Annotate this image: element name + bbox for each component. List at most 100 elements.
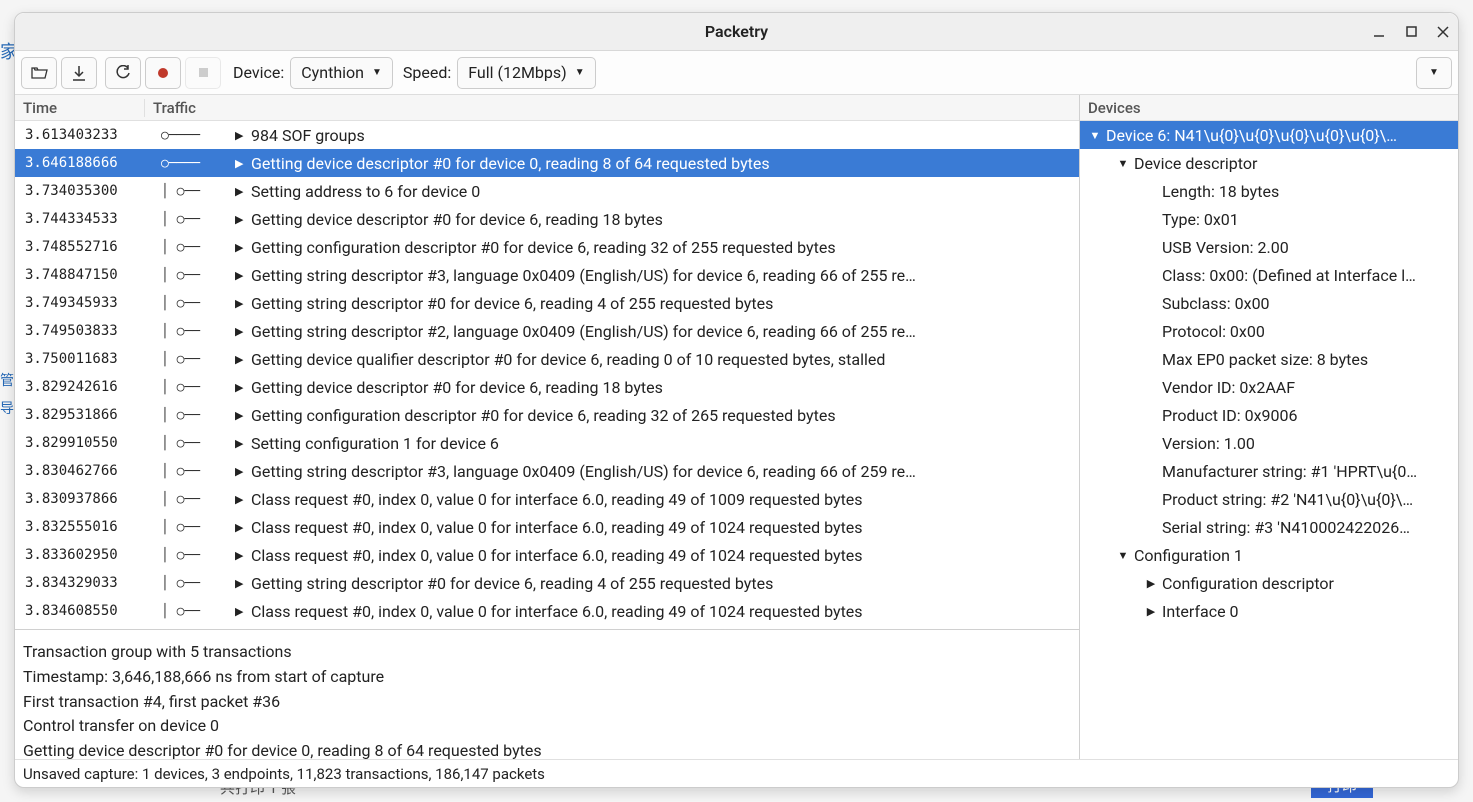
expand-icon[interactable]: ▶: [235, 325, 251, 338]
traffic-header: Time Traffic: [15, 95, 1079, 121]
device-tree-row[interactable]: ▼ Device 6: N41\u{0}\u{0}\u{0}\u{0}\u{0}\…: [1080, 121, 1458, 149]
traffic-row[interactable]: 3.829910550│ ○──▶Setting configuration 1…: [15, 429, 1079, 457]
device-tree-row[interactable]: Type: 0x01: [1080, 205, 1458, 233]
expand-icon[interactable]: ▶: [235, 297, 251, 310]
column-time[interactable]: Time: [15, 99, 145, 117]
traffic-row[interactable]: 3.749503833│ ○──▶Getting string descript…: [15, 317, 1079, 345]
traffic-time: 3.830937866: [15, 491, 155, 507]
column-traffic[interactable]: Traffic: [145, 99, 196, 117]
speed-select[interactable]: Full (12Mbps) ▼: [457, 57, 595, 89]
device-tree-label: Device 6: N41\u{0}\u{0}\u{0}\u{0}\u{0}\…: [1106, 126, 1397, 145]
device-tree-row[interactable]: Vendor ID: 0x2AAF: [1080, 373, 1458, 401]
expand-icon[interactable]: ▶: [235, 353, 251, 366]
expand-icon[interactable]: ▶: [235, 381, 251, 394]
speed-label: Speed:: [403, 63, 451, 82]
device-tree-label: Configuration 1: [1134, 546, 1243, 565]
traffic-time: 3.829242616: [15, 379, 155, 395]
device-tree-row[interactable]: ▶ Interface 0: [1080, 597, 1458, 625]
traffic-row[interactable]: 3.748552716│ ○──▶Getting configuration d…: [15, 233, 1079, 261]
device-tree-label: Device descriptor: [1134, 154, 1257, 173]
device-label: Device:: [233, 63, 284, 82]
main-window: Packetry: [14, 12, 1459, 788]
expand-icon[interactable]: ▶: [235, 241, 251, 254]
traffic-glyph: │ ○──: [155, 380, 235, 395]
traffic-glyph: ○────: [155, 156, 235, 171]
traffic-row[interactable]: 3.749345933│ ○──▶Getting string descript…: [15, 289, 1079, 317]
traffic-row[interactable]: 3.830937866│ ○──▶Class request #0, index…: [15, 485, 1079, 513]
device-tree-label: Interface 0: [1162, 602, 1239, 621]
device-tree-row[interactable]: Subclass: 0x00: [1080, 289, 1458, 317]
device-tree-row[interactable]: ▶Configuration descriptor: [1080, 569, 1458, 597]
open-button[interactable]: [21, 57, 57, 89]
device-tree-label: Protocol: 0x00: [1162, 322, 1265, 341]
traffic-list[interactable]: 3.613403233○────▶984 SOF groups3.6461886…: [15, 121, 1079, 629]
expand-icon[interactable]: ▶: [235, 549, 251, 562]
device-tree[interactable]: ▼ Device 6: N41\u{0}\u{0}\u{0}\u{0}\u{0}\…: [1080, 121, 1458, 759]
traffic-row[interactable]: 3.834608550│ ○──▶Class request #0, index…: [15, 597, 1079, 625]
device-tree-row[interactable]: USB Version: 2.00: [1080, 233, 1458, 261]
expand-icon[interactable]: ▶: [1144, 605, 1158, 618]
minimize-button[interactable]: [1372, 25, 1386, 39]
expand-icon[interactable]: ▶: [235, 157, 251, 170]
devices-header[interactable]: Devices: [1080, 95, 1458, 121]
collapse-icon[interactable]: ▼: [1116, 157, 1130, 170]
traffic-row[interactable]: 3.834329033│ ○──▶Getting string descript…: [15, 569, 1079, 597]
device-tree-row[interactable]: Product string: #2 'N41\u{0}\u{0}\…: [1080, 485, 1458, 513]
expand-icon[interactable]: ▶: [235, 129, 251, 142]
device-tree-row[interactable]: ▼ Device descriptor: [1080, 149, 1458, 177]
device-select[interactable]: Cynthion ▼: [290, 57, 393, 89]
expand-icon[interactable]: ▶: [235, 409, 251, 422]
chevron-down-icon: ▼: [1429, 67, 1439, 78]
expand-icon[interactable]: ▶: [235, 493, 251, 506]
traffic-row[interactable]: 3.830462766│ ○──▶Getting string descript…: [15, 457, 1079, 485]
collapse-icon[interactable]: ▼: [1088, 129, 1102, 142]
titlebar: Packetry: [15, 13, 1458, 51]
device-tree-row[interactable]: Protocol: 0x00: [1080, 317, 1458, 345]
traffic-row[interactable]: 3.744334533│ ○──▶Getting device descript…: [15, 205, 1079, 233]
traffic-desc: Getting configuration descriptor #0 for …: [251, 406, 1079, 425]
traffic-row[interactable]: 3.750011683│ ○──▶Getting device qualifie…: [15, 345, 1079, 373]
traffic-row[interactable]: 3.646188666○────▶Getting device descript…: [15, 149, 1079, 177]
expand-icon[interactable]: ▶: [235, 185, 251, 198]
traffic-time: 3.829910550: [15, 435, 155, 451]
traffic-row[interactable]: 3.829531866│ ○──▶Getting configuration d…: [15, 401, 1079, 429]
traffic-glyph: │ ○──: [155, 184, 235, 199]
close-button[interactable]: [1436, 25, 1450, 39]
traffic-row[interactable]: 3.832555016│ ○──▶Class request #0, index…: [15, 513, 1079, 541]
traffic-row[interactable]: 3.734035300│ ○──▶Setting address to 6 fo…: [15, 177, 1079, 205]
traffic-row[interactable]: 3.748847150│ ○──▶Getting string descript…: [15, 261, 1079, 289]
maximize-button[interactable]: [1404, 25, 1418, 39]
reload-button[interactable]: [105, 57, 141, 89]
device-tree-row[interactable]: Version: 1.00: [1080, 429, 1458, 457]
expand-icon[interactable]: ▶: [1144, 577, 1158, 590]
save-button[interactable]: [61, 57, 97, 89]
chevron-down-icon: ▼: [575, 67, 585, 78]
expand-icon[interactable]: ▶: [235, 437, 251, 450]
device-tree-row[interactable]: Product ID: 0x9006: [1080, 401, 1458, 429]
menu-button[interactable]: ▼: [1416, 57, 1452, 89]
traffic-row[interactable]: 3.613403233○────▶984 SOF groups: [15, 121, 1079, 149]
expand-icon[interactable]: ▶: [235, 213, 251, 226]
expand-icon[interactable]: ▶: [235, 521, 251, 534]
traffic-desc: Class request #0, index 0, value 0 for i…: [251, 490, 1079, 509]
expand-icon[interactable]: ▶: [235, 605, 251, 618]
chevron-down-icon: ▼: [372, 67, 382, 78]
device-tree-row[interactable]: ▼ Configuration 1: [1080, 541, 1458, 569]
expand-icon[interactable]: ▶: [235, 465, 251, 478]
device-tree-label: Max EP0 packet size: 8 bytes: [1162, 350, 1368, 369]
toolbar: Device: Cynthion ▼ Speed: Full (12Mbps) …: [15, 51, 1458, 95]
device-tree-label: Vendor ID: 0x2AAF: [1162, 378, 1295, 397]
device-tree-row[interactable]: Serial string: #3 'N410002422026…: [1080, 513, 1458, 541]
traffic-row[interactable]: 3.829242616│ ○──▶Getting device descript…: [15, 373, 1079, 401]
expand-icon[interactable]: ▶: [235, 269, 251, 282]
device-tree-row[interactable]: Length: 18 bytes: [1080, 177, 1458, 205]
device-tree-row[interactable]: Max EP0 packet size: 8 bytes: [1080, 345, 1458, 373]
traffic-desc: Class request #0, index 0, value 0 for i…: [251, 546, 1079, 565]
traffic-row[interactable]: 3.833602950│ ○──▶Class request #0, index…: [15, 541, 1079, 569]
record-button[interactable]: [145, 57, 181, 89]
collapse-icon[interactable]: ▼: [1116, 549, 1130, 562]
expand-icon[interactable]: ▶: [235, 577, 251, 590]
device-tree-row[interactable]: Class: 0x00: (Defined at Interface l…: [1080, 261, 1458, 289]
device-tree-row[interactable]: Manufacturer string: #1 'HPRT\u{0…: [1080, 457, 1458, 485]
traffic-glyph: │ ○──: [155, 240, 235, 255]
